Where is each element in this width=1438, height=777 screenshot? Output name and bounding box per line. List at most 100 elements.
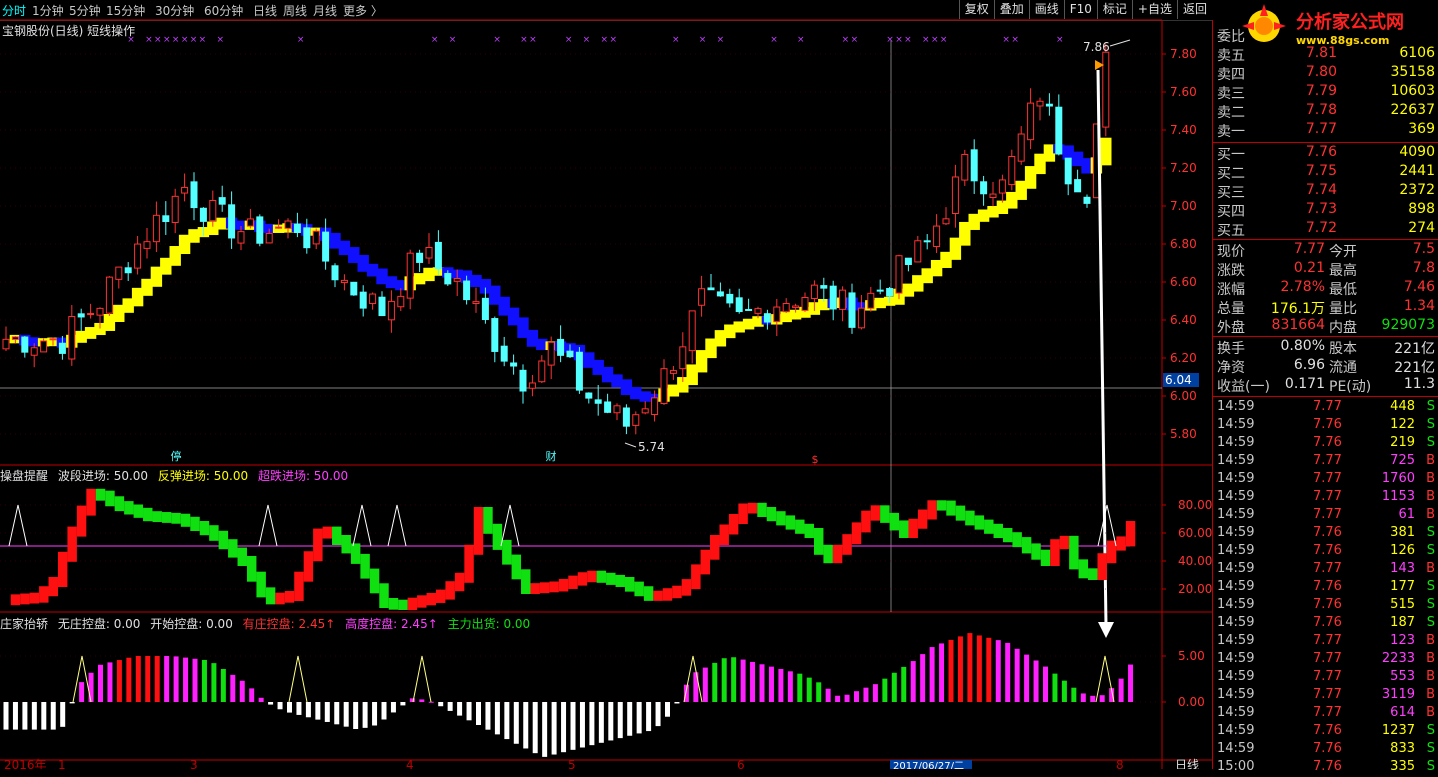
oscillator-segment <box>454 572 465 592</box>
tick-time: 14:59 <box>1217 417 1255 432</box>
oscillator-segment <box>710 535 720 560</box>
candle-body <box>96 307 104 316</box>
candle-body <box>773 306 781 323</box>
star-marker: × <box>886 35 894 45</box>
indicator2-item: 开始控盘: 0.00 <box>150 617 233 631</box>
candle-body <box>453 277 461 282</box>
oscillator-segment <box>936 500 947 511</box>
tick-volume: 143 <box>1390 561 1415 576</box>
histogram-bar <box>891 672 897 702</box>
histogram-bar <box>551 702 557 755</box>
date-axis-tick: 6 <box>737 758 745 769</box>
star-marker: × <box>797 35 805 45</box>
indicator2-legend: 庄家抬轿 无庄控盘: 0.00 开始控盘: 0.00 有庄控盘: 2.45↑ 高… <box>0 615 536 632</box>
histogram-bar <box>1071 687 1077 702</box>
histogram-bar <box>22 702 28 730</box>
candle-body <box>914 240 922 263</box>
tick-time: 14:59 <box>1217 489 1255 504</box>
stat-value: 7.5 <box>1412 241 1435 257</box>
oscillator-segment <box>379 583 389 608</box>
oscillator-segment <box>303 551 314 582</box>
bid-row[interactable]: 买二 7.75 2441 <box>1217 163 1437 182</box>
indicator1-legend: 操盘提醒 波段进场: 50.00 反弹进场: 50.00 超跌进场: 50.00 <box>0 467 354 484</box>
oscillator-segment <box>10 594 21 606</box>
tick-row: 14:59 7.76 515 S <box>1217 597 1437 615</box>
histogram-bar <box>504 702 510 740</box>
candle-body <box>1055 106 1063 155</box>
oscillator-segment <box>473 507 484 555</box>
candle-body <box>500 345 508 362</box>
crosshair-price-label: 6.04 <box>1165 373 1192 387</box>
ask-row[interactable]: 卖二 7.78 22637 <box>1217 102 1437 121</box>
histogram-bar <box>513 702 519 744</box>
histogram-bar <box>1118 678 1124 702</box>
oscillator-segment <box>832 544 843 564</box>
candle-body <box>848 292 856 328</box>
tick-time: 14:59 <box>1217 669 1255 684</box>
kline-chart[interactable]: 7.80 7.60 7.40 7.20 7.00 6.80 6.60 6.40 6.20 6.00… <box>0 0 1212 769</box>
oscillator-segment <box>1012 532 1022 548</box>
divider <box>1213 336 1438 337</box>
tick-side: B <box>1426 633 1435 648</box>
star-marker: × <box>127 35 135 45</box>
candle-body <box>998 179 1006 194</box>
oscillator-segment <box>1125 521 1136 547</box>
histogram-bar <box>636 702 642 734</box>
tick-volume: 1153 <box>1381 489 1415 504</box>
histogram-bar <box>353 702 359 730</box>
histogram-bar <box>107 662 113 702</box>
histogram-bar <box>523 702 529 749</box>
oscillator-segment <box>256 571 266 598</box>
bid-row[interactable]: 买三 7.74 2372 <box>1217 182 1437 201</box>
candle-body <box>707 287 715 291</box>
oscillator-axis-label: 40.00 <box>1178 554 1212 568</box>
tick-side: S <box>1426 435 1435 450</box>
bid-row[interactable]: 买一 7.76 4090 <box>1217 144 1437 163</box>
logo-url: www.88gs.com <box>1296 34 1390 47</box>
histogram-tent <box>288 655 308 703</box>
histogram-bar <box>173 656 179 702</box>
star-marker: × <box>199 35 207 45</box>
oscillator-segment <box>284 591 295 603</box>
histogram-bar <box>476 702 481 725</box>
histogram-bar <box>79 682 85 702</box>
candle-body <box>942 218 950 225</box>
tick-price: 7.77 <box>1313 705 1342 720</box>
ask-row[interactable]: 卖一 7.77 369 <box>1217 121 1437 140</box>
histogram-bar <box>164 656 170 702</box>
candle-body <box>933 225 941 248</box>
star-marker: × <box>431 35 439 45</box>
candle-body <box>1008 155 1016 186</box>
oscillator-segment <box>757 502 767 517</box>
histogram-bar <box>457 702 463 716</box>
oscillator-segment <box>1116 536 1126 551</box>
bid-price: 7.73 <box>1305 201 1337 217</box>
candle-body <box>538 360 546 383</box>
tick-volume: 553 <box>1390 669 1415 684</box>
candle-body <box>792 305 800 309</box>
histogram-bar <box>561 702 567 753</box>
oscillator-segment <box>974 515 985 530</box>
histogram-bar <box>381 702 387 720</box>
star-marker: × <box>172 35 180 45</box>
histogram-bar <box>986 637 992 702</box>
tick-price: 7.76 <box>1313 759 1342 774</box>
ask-row[interactable]: 卖四 7.80 35158 <box>1217 64 1437 83</box>
oscillator-segment <box>634 581 644 597</box>
bid-row[interactable]: 买四 7.73 898 <box>1217 201 1437 220</box>
tick-price: 7.77 <box>1313 669 1342 684</box>
candle-body <box>416 252 424 263</box>
tick-price: 7.77 <box>1313 453 1342 468</box>
oscillator-segment <box>899 520 909 538</box>
oscillator-segment <box>246 556 257 582</box>
oscillator-segment <box>369 568 380 594</box>
oscillator-segment <box>653 590 663 601</box>
ask-row[interactable]: 卖三 7.79 10603 <box>1217 83 1437 102</box>
bid-row[interactable]: 买五 7.72 274 <box>1217 220 1437 239</box>
stat-key: 现价 <box>1217 244 1245 260</box>
stat-value: 929073 <box>1381 317 1435 333</box>
oscillator-segment <box>804 523 814 538</box>
histogram-bar <box>126 657 132 702</box>
tick-volume: 219 <box>1390 435 1415 450</box>
candle-body <box>87 313 95 316</box>
